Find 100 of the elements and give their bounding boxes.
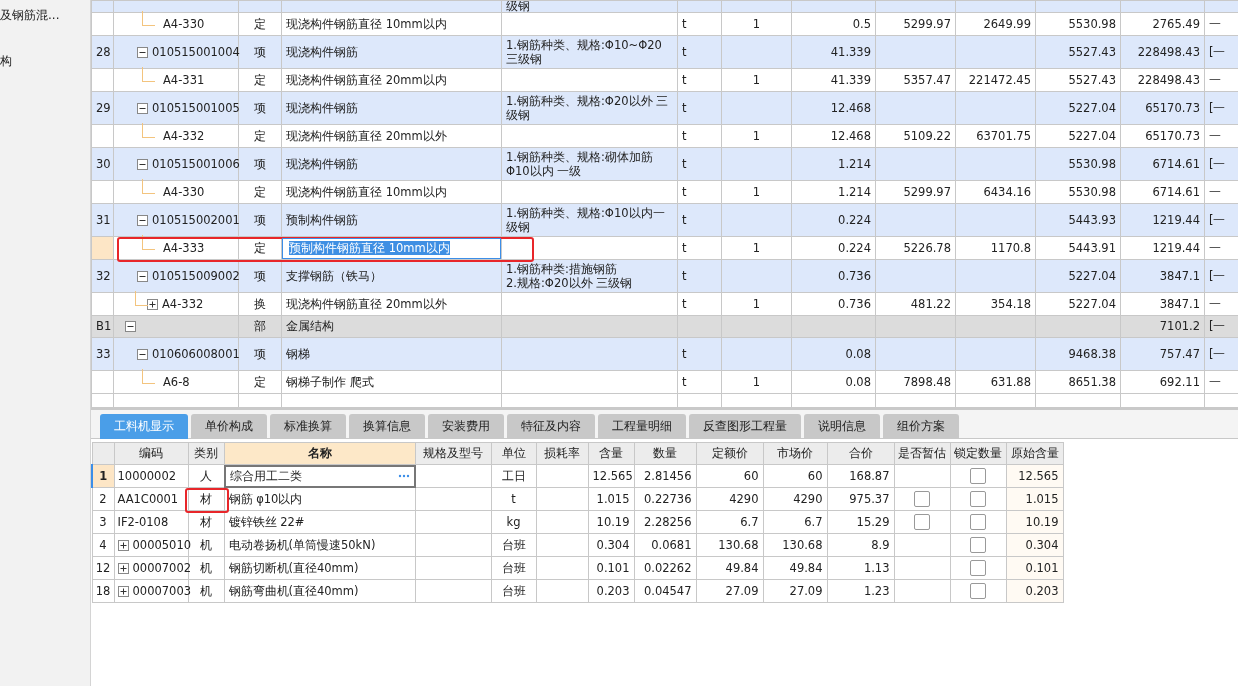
table-cell: 1.钢筋种类、规格:Φ10~Φ20 三级钢 — [501, 35, 678, 69]
table-cell: 5227.04 — [1035, 292, 1121, 316]
table-row[interactable]: A4-332 换 现浇构件钢筋直径 20mm以外 t 1 0.736 481.22 354.18 5227.04 3847.1 一 — [91, 292, 1238, 316]
tab[interactable]: 组价方案 — [883, 414, 959, 439]
table-cell: 130.68 — [763, 533, 827, 557]
checkbox[interactable] — [970, 583, 986, 599]
table-cell: 0.101 — [588, 556, 634, 580]
table-cell: 60 — [763, 464, 827, 488]
table-cell: 0.22736 — [634, 487, 696, 511]
tab[interactable]: 换算信息 — [349, 414, 425, 439]
column-header: 类别 — [188, 442, 224, 465]
table-cell: 0.5 — [791, 12, 876, 36]
table-cell: 5527.43 — [1035, 68, 1121, 92]
table-cell: t — [677, 124, 722, 148]
expand-icon[interactable] — [117, 585, 129, 597]
table-cell: t — [677, 180, 722, 204]
table-cell: 65170.73 — [1120, 124, 1205, 148]
code-text: 010515001005 — [152, 100, 240, 116]
checkbox[interactable] — [970, 537, 986, 553]
checkbox[interactable] — [970, 468, 986, 484]
table-row[interactable]: A4-331 定 现浇构件钢筋直径 20mm以内 t 1 41.339 5357.47 221472.45 5527.43 228498.43 一 — [91, 68, 1238, 92]
table-cell: 0.02262 — [634, 556, 696, 580]
collapse-icon[interactable] — [137, 102, 148, 114]
table-cell: 6714.61 — [1120, 180, 1205, 204]
table-cell: 定 — [238, 68, 282, 92]
table-row[interactable]: A4-330 定 现浇构件钢筋直径 10mm以内 t 1 0.5 5299.97 2649.99 5530.98 2765.49 一 — [91, 12, 1238, 36]
row-number: 18 — [92, 579, 114, 603]
table-cell: kg — [491, 510, 536, 534]
table-cell: 1.23 — [827, 579, 894, 603]
collapse-icon[interactable] — [137, 158, 148, 170]
table-cell: t — [677, 337, 722, 371]
sidebar-item[interactable]: 及钢筋混... — [0, 6, 90, 24]
table-row[interactable]: A6-8 定 钢梯子制作 爬式 t 1 0.08 7898.48 631.88 8651.38 692.11 一 — [91, 370, 1238, 394]
checkbox[interactable] — [970, 514, 986, 530]
table-cell: 项 — [238, 259, 282, 293]
collapse-icon[interactable] — [137, 270, 148, 282]
name-field[interactable]: 综合用工二类 — [223, 464, 416, 488]
table-cell: 27.09 — [763, 579, 827, 603]
collapse-icon[interactable] — [137, 214, 148, 226]
table-cell: 定 — [238, 124, 282, 148]
expand-icon[interactable] — [147, 298, 158, 310]
tab[interactable]: 说明信息 — [804, 414, 880, 439]
collapse-icon[interactable] — [125, 321, 136, 332]
table-cell: 7101.2 — [1120, 315, 1205, 338]
checkbox[interactable] — [970, 560, 986, 576]
tab[interactable]: 安装费用 — [428, 414, 504, 439]
table-row[interactable]: A4-333 定 预制构件钢筋直径 10mm以内 t 1 0.224 5226.78 1170.8 5443.91 1219.44 一 — [91, 236, 1238, 260]
table-cell: 8651.38 — [1035, 370, 1121, 394]
table-cell: 现浇构件钢筋 — [281, 147, 502, 181]
table-cell: 60 — [696, 464, 763, 488]
code-text: 010515001004 — [152, 44, 240, 60]
table-cell: 1 — [721, 180, 792, 204]
table-cell: 支撑钢筋（铁马） — [281, 259, 502, 293]
table-cell: 钢筋切断机(直径40mm) — [224, 556, 415, 580]
table-cell: 32 — [91, 259, 114, 293]
table-cell: 168.87 — [827, 464, 894, 488]
table-cell: 台班 — [491, 533, 536, 557]
tab[interactable]: 单价构成 — [191, 414, 267, 439]
table-cell: 29 — [91, 91, 114, 125]
tab[interactable]: 特征及内容 — [507, 414, 595, 439]
code-text: A4-332 — [163, 128, 205, 144]
table-row[interactable]: A4-330 定 现浇构件钢筋直径 10mm以内 t 1 1.214 5299.97 6434.16 5530.98 6714.61 一 — [91, 180, 1238, 204]
table-cell: 1 — [721, 370, 792, 394]
table-cell-text: 级钢 — [506, 1, 531, 12]
expand-icon[interactable] — [117, 562, 129, 574]
table-cell: 镀锌铁丝 22# — [224, 510, 415, 534]
table-cell: 4290 — [763, 487, 827, 511]
table-cell: 0.203 — [588, 579, 634, 603]
sidebar-item[interactable]: 构 — [0, 52, 90, 70]
checkbox[interactable] — [970, 491, 986, 507]
table-row[interactable]: A4-332 定 现浇构件钢筋直径 20mm以外 t 1 12.468 5109.22 63701.75 5227.04 65170.73 一 — [91, 124, 1238, 148]
table-cell: 钢筋 φ10以内 — [224, 487, 415, 511]
table-cell: 1219.44 — [1120, 203, 1205, 237]
table-cell: 3847.1 — [1120, 292, 1205, 316]
checkbox[interactable] — [914, 491, 930, 507]
checkbox[interactable] — [914, 514, 930, 530]
table-cell: 1 — [721, 236, 792, 260]
table-cell: 现浇构件钢筋直径 20mm以外 — [281, 124, 502, 148]
tab[interactable]: 标准换算 — [270, 414, 346, 439]
table-cell: 27.09 — [696, 579, 763, 603]
category-text: 材 — [200, 491, 212, 506]
table-cell: 12.468 — [791, 91, 876, 125]
more-icon[interactable] — [397, 474, 410, 478]
tab[interactable]: 工程量明细 — [598, 414, 686, 439]
table-cell: 5443.93 — [1035, 203, 1121, 237]
expand-icon[interactable] — [117, 539, 129, 551]
table-cell: 481.22 — [875, 292, 956, 316]
tab[interactable]: 反查图形工程量 — [689, 414, 801, 439]
table-cell: 1.钢筋种类、规格:Φ10以内一 级钢 — [501, 203, 678, 237]
table-cell: 2765.49 — [1120, 12, 1205, 36]
table-cell: 3847.1 — [1120, 259, 1205, 293]
collapse-icon[interactable] — [137, 348, 148, 360]
table-cell: 金属结构 — [281, 315, 502, 338]
table-cell: 5530.98 — [1035, 147, 1121, 181]
code-text: A4-331 — [163, 72, 205, 88]
collapse-icon[interactable] — [137, 46, 148, 58]
row-number: 12 — [92, 556, 114, 580]
table-cell: 6714.61 — [1120, 147, 1205, 181]
table-cell: 130.68 — [696, 533, 763, 557]
table-cell: t — [677, 259, 722, 293]
